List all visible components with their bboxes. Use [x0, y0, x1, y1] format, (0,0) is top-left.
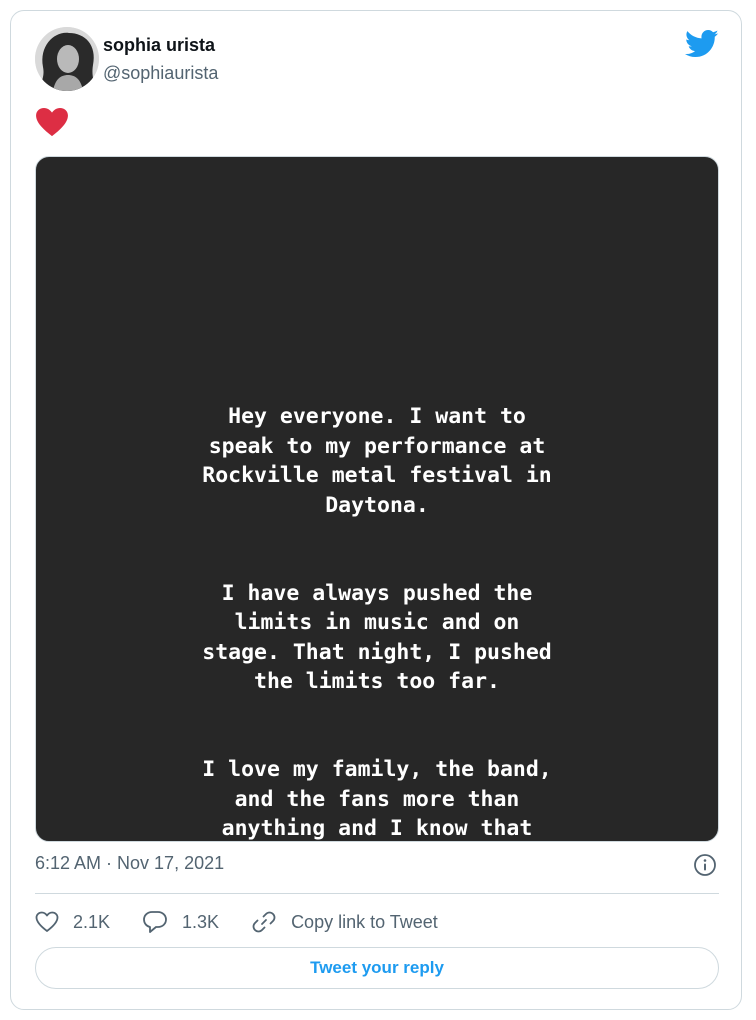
copy-link-label: Copy link to Tweet: [291, 911, 438, 932]
story-image[interactable]: Hey everyone. I want to speak to my perf…: [35, 156, 719, 842]
twitter-bird-icon[interactable]: [685, 29, 719, 59]
story-paragraph: Hey everyone. I want to speak to my perf…: [202, 404, 552, 518]
info-icon[interactable]: [693, 853, 717, 877]
like-action[interactable]: 2.1K: [35, 911, 110, 933]
avatar[interactable]: [35, 27, 99, 91]
divider: [35, 893, 719, 894]
story-paragraph: I love my family, the band, and the fans…: [202, 757, 552, 842]
heart-emoji: [36, 107, 68, 137]
reply-action[interactable]: 1.3K: [142, 910, 219, 934]
tweet-card: sophia urista @sophiaurista Hey everyone…: [10, 10, 742, 1010]
tweet-reply-button[interactable]: Tweet your reply: [35, 947, 719, 989]
action-bar: 2.1K 1.3K Copy link to Tweet: [35, 909, 470, 935]
heart-icon: [35, 911, 59, 932]
tweet-timestamp[interactable]: 6:12 AM · Nov 17, 2021: [35, 853, 224, 874]
story-paragraph: I have always pushed the limits in music…: [202, 580, 552, 695]
author-handle[interactable]: @sophiaurista: [103, 63, 218, 84]
story-text: Hey everyone. I want to speak to my perf…: [36, 373, 718, 842]
reply-count: 1.3K: [182, 911, 220, 932]
like-count: 2.1K: [73, 911, 111, 932]
author-name[interactable]: sophia urista: [103, 35, 215, 56]
reply-icon: [143, 911, 167, 933]
link-icon: [252, 911, 276, 933]
copy-link-action[interactable]: Copy link to Tweet: [251, 909, 438, 935]
